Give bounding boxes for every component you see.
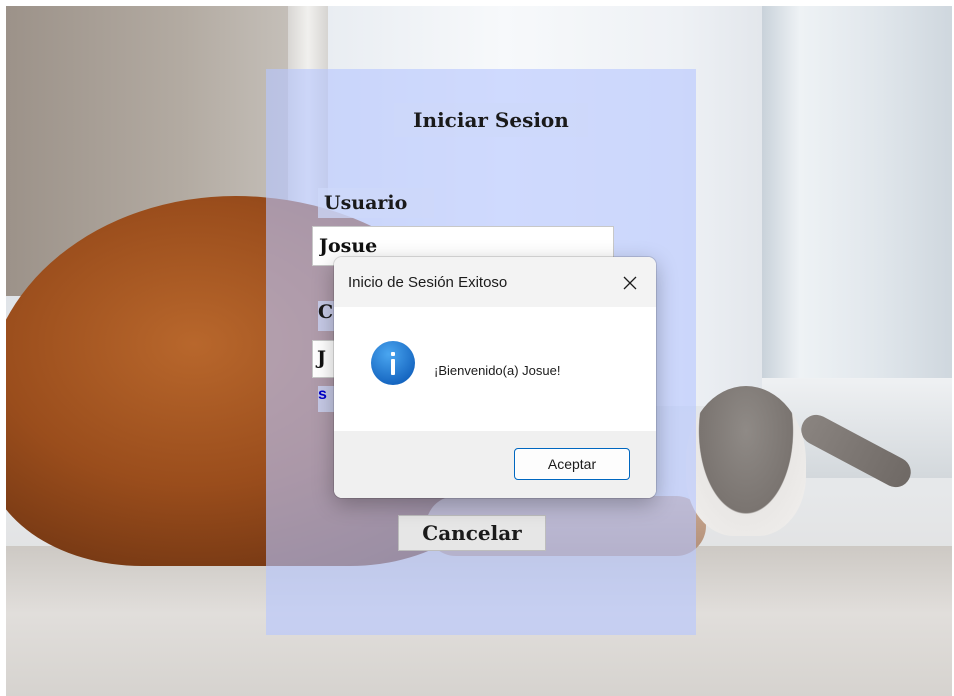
dialog-title: Inicio de Sesión Exitoso [348, 274, 508, 291]
cancel-button[interactable]: Cancelar [398, 515, 546, 551]
login-title: Iniciar Sesion [394, 103, 588, 137]
info-icon [371, 341, 415, 385]
close-icon [623, 276, 637, 290]
login-success-dialog: Inicio de Sesión Exitoso ¡Bienvenido(a) … [334, 257, 656, 498]
dialog-close-button[interactable] [610, 267, 650, 299]
dialog-footer: Aceptar [334, 431, 656, 498]
dialog-titlebar: Inicio de Sesión Exitoso [334, 257, 656, 307]
dialog-body: ¡Bienvenido(a) Josue! [334, 307, 656, 431]
ok-button[interactable]: Aceptar [514, 448, 630, 480]
username-label: Usuario [318, 188, 434, 218]
background-kitten [686, 386, 806, 536]
dialog-message: ¡Bienvenido(a) Josue! [434, 363, 561, 378]
